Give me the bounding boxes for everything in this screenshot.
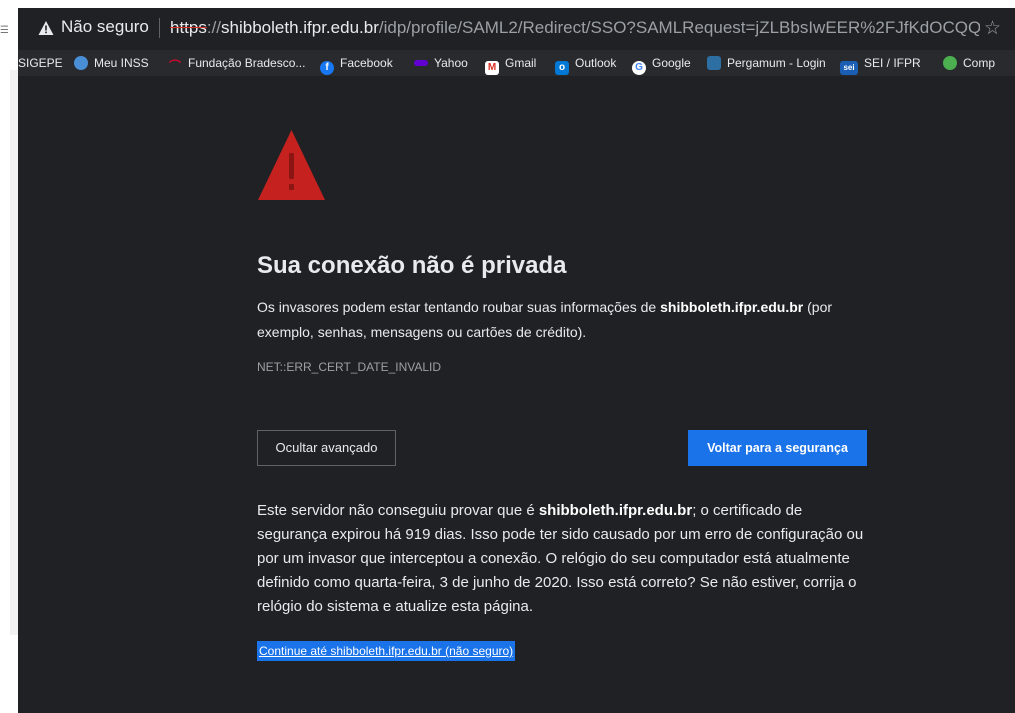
facebook-icon: f (320, 61, 334, 75)
bookmark-pergamum[interactable]: Pergamum - Login (707, 54, 826, 72)
bookmark-comp[interactable]: Comp (943, 54, 995, 72)
url-scheme-separator: :// (206, 18, 222, 37)
menu-lines-icon: ☰ (0, 25, 9, 36)
bradesco-icon: ⌒ (168, 59, 181, 73)
url-text[interactable]: https://shibboleth.ifpr.edu.br/idp/profi… (170, 18, 980, 38)
bookmark-fundacao-bradesco[interactable]: ⌒ Fundação Bradesco... (168, 54, 305, 73)
bookmark-outlook[interactable]: o Outlook (555, 54, 616, 75)
address-separator (159, 18, 160, 38)
sei-icon: sei (840, 61, 858, 75)
page-title: Sua conexão não é privada (257, 252, 567, 279)
bookmark-sei-ifpr[interactable]: sei SEI / IFPR (840, 54, 921, 75)
url-scheme: https (170, 18, 207, 37)
proceed-unsafe-link[interactable]: Continue até shibboleth.ifpr.edu.br (não… (257, 641, 516, 661)
url-host: shibboleth.ifpr.edu.br (221, 18, 379, 37)
details-host-name: shibboleth.ifpr.edu.br (538, 502, 693, 519)
bookmark-star-icon[interactable]: ☆ (984, 17, 1001, 40)
bookmark-gmail[interactable]: M Gmail (485, 54, 536, 75)
inss-icon (74, 56, 88, 70)
url-path: /idp/profile/SAML2/Redirect/SSO?SAMLRequ… (378, 18, 980, 37)
hide-advanced-button[interactable]: Ocultar avançado (257, 430, 396, 466)
bookmark-yahoo[interactable]: Yahoo (414, 54, 468, 72)
gmail-icon: M (485, 61, 499, 75)
browser-window: Não seguro https://shibboleth.ifpr.edu.b… (18, 0, 1015, 713)
yahoo-icon (414, 60, 428, 66)
details-message: Este servidor não conseguiu provar que é… (257, 502, 864, 615)
google-icon: G (632, 61, 646, 75)
red-warning-triangle-icon (258, 130, 325, 200)
background-window-edge: ☰ (0, 0, 19, 713)
error-code[interactable]: NET::ERR_CERT_DATE_INVALID (257, 360, 441, 374)
security-status-label[interactable]: Não seguro (61, 17, 149, 37)
bookmark-meu-inss[interactable]: Meu INSS (74, 54, 149, 72)
window-top-edge (18, 0, 1015, 8)
host-name: shibboleth.ifpr.edu.br (660, 299, 804, 315)
bookmarks-bar: SIGEPE Meu INSS ⌒ Fundação Bradesco... fF… (18, 50, 1015, 76)
outlook-icon: o (555, 61, 569, 75)
interstitial-page: Sua conexão não é privada Os invasores p… (18, 76, 1015, 713)
back-to-safety-button[interactable]: Voltar para a segurança (688, 430, 867, 466)
comp-icon (943, 56, 957, 70)
bookmark-google[interactable]: G Google (632, 54, 691, 75)
main-message: Os invasores podem estar tentando roubar… (257, 299, 833, 340)
bookmark-sigepe[interactable]: SIGEPE (18, 54, 63, 72)
pergamum-icon (707, 56, 721, 70)
bookmark-facebook[interactable]: f Facebook (320, 54, 393, 75)
address-bar[interactable]: Não seguro https://shibboleth.ifpr.edu.b… (18, 8, 1015, 50)
not-secure-warning-icon[interactable] (38, 20, 54, 36)
